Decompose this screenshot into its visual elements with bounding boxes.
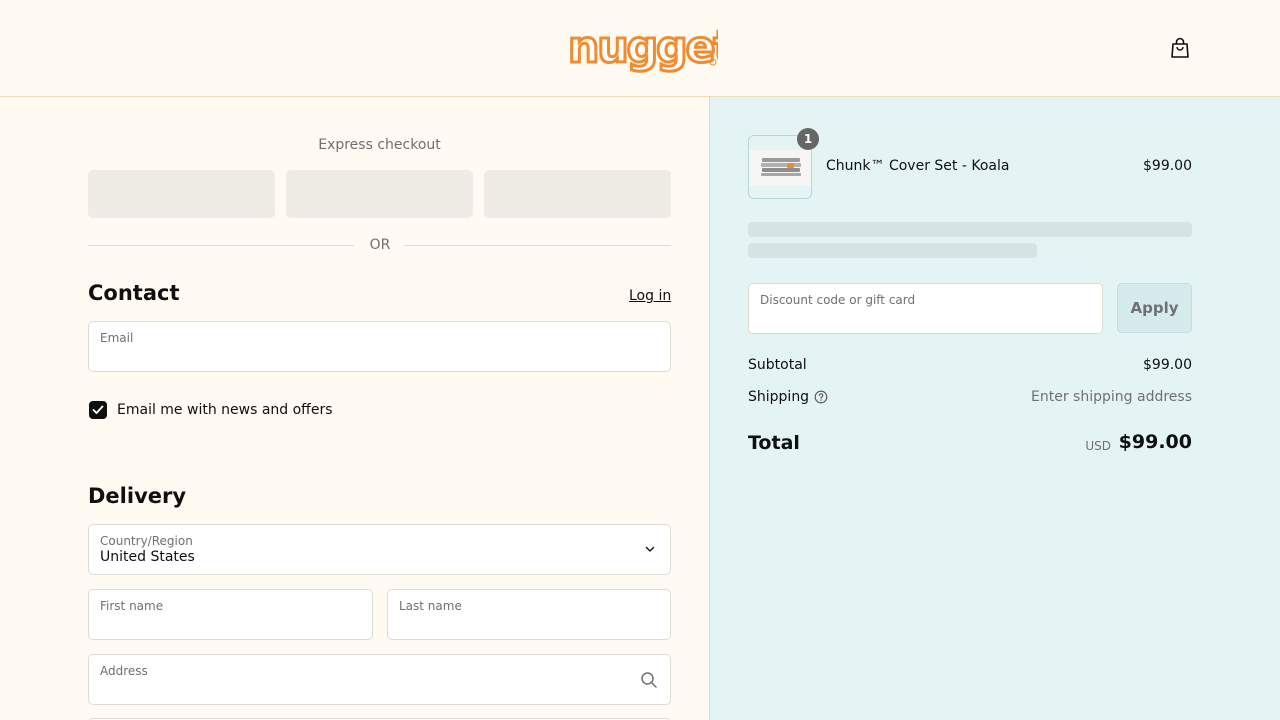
address-field[interactable]: Address xyxy=(88,654,671,705)
or-divider-label: OR xyxy=(369,237,391,253)
checkmark-icon xyxy=(92,405,104,414)
email-label: Email xyxy=(100,331,134,345)
apply-discount-button[interactable]: Apply xyxy=(1117,283,1192,333)
shipping-value: Enter shipping address xyxy=(1031,389,1192,405)
svg-text:nugget: nugget xyxy=(568,22,718,73)
subtotal-label: Subtotal xyxy=(748,357,807,373)
express-pay-button-3[interactable] xyxy=(484,170,671,218)
express-pay-button-2[interactable] xyxy=(286,170,473,218)
shopping-bag-icon xyxy=(1171,37,1189,58)
shipping-label: Shipping xyxy=(748,389,810,405)
last-name-field[interactable]: Last name xyxy=(387,589,671,640)
first-name-label: First name xyxy=(100,599,164,613)
quantity-badge: 1 xyxy=(797,128,819,150)
or-divider-left xyxy=(88,245,354,246)
country-label: Country/Region xyxy=(100,534,193,548)
search-icon xyxy=(641,672,657,688)
email-field[interactable]: Email xyxy=(88,321,671,372)
address-label: Address xyxy=(100,664,148,678)
country-value: United States xyxy=(100,549,195,565)
country-select[interactable]: Country/Region United States xyxy=(88,524,671,575)
chevron-down-icon xyxy=(645,546,655,552)
site-header: nugget xyxy=(0,0,1280,97)
currency-code: USD xyxy=(1085,439,1111,453)
newsletter-checkbox[interactable] xyxy=(89,401,107,419)
discount-code-input[interactable]: Discount code or gift card xyxy=(748,283,1103,334)
loading-skeleton-2 xyxy=(748,243,1037,258)
newsletter-label[interactable]: Email me with news and offers xyxy=(117,402,333,418)
first-name-field[interactable]: First name xyxy=(88,589,373,640)
delivery-title: Delivery xyxy=(88,484,187,508)
express-checkout-title: Express checkout xyxy=(318,137,441,153)
login-link[interactable]: Log in xyxy=(629,288,671,304)
nugget-logo[interactable]: nugget xyxy=(566,21,738,75)
subtotal-value: $99.00 xyxy=(1143,357,1192,373)
discount-code-placeholder: Discount code or gift card xyxy=(760,293,916,307)
cart-button[interactable] xyxy=(1168,36,1192,60)
total-value: $99.00 xyxy=(1118,431,1192,453)
product-name: Chunk™ Cover Set - Koala xyxy=(826,158,1010,174)
express-pay-button-1[interactable] xyxy=(88,170,275,218)
last-name-label: Last name xyxy=(399,599,462,613)
contact-title: Contact xyxy=(88,281,180,305)
or-divider-right xyxy=(404,245,671,246)
help-circle-icon[interactable] xyxy=(814,390,828,404)
loading-skeleton-1 xyxy=(748,222,1192,237)
total-label: Total xyxy=(748,432,800,454)
product-price: $99.00 xyxy=(1143,158,1192,174)
